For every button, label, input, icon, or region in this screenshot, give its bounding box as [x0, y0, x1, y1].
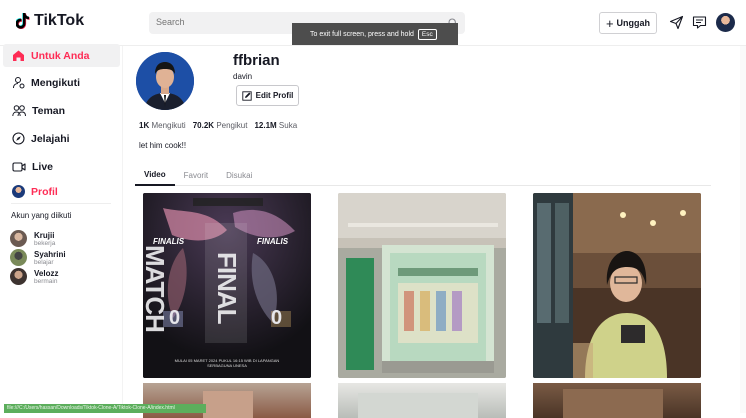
profile-avatar-image — [136, 52, 194, 110]
profile-avatar-icon — [12, 185, 25, 198]
friends-icon — [12, 105, 26, 117]
score-right: 0 — [271, 307, 283, 329]
account-subtitle: bekerja — [34, 239, 56, 247]
profile-stats: 1K Mengikuti 70.2K Pengikut 12.1M Suka — [139, 121, 297, 130]
sidebar-item-profile[interactable]: Profil — [3, 180, 120, 203]
sidebar-item-following[interactable]: Mengikuti — [3, 71, 120, 94]
messages-button[interactable] — [667, 13, 685, 31]
tab-video[interactable]: Video — [135, 164, 175, 186]
sidebar-item-explore[interactable]: Jelajahi — [3, 127, 120, 150]
likes-count: 12.1M — [254, 121, 277, 130]
sidebar-item-label: Live — [32, 160, 54, 173]
upload-label: Unggah — [616, 18, 651, 28]
tab-favorit[interactable]: Favorit — [175, 164, 217, 186]
profile-username: ffbrian — [233, 52, 280, 69]
edit-icon — [241, 90, 252, 101]
score-left: 0 — [169, 307, 181, 329]
live-icon — [12, 161, 26, 172]
profile-avatar — [136, 52, 194, 110]
user-avatar[interactable] — [716, 13, 735, 32]
sidebar-item-label: Untuk Anda — [31, 49, 90, 62]
following-account[interactable]: Velozz bermain — [10, 268, 58, 285]
avatar — [10, 230, 27, 247]
following-label: Mengikuti — [151, 121, 186, 130]
sidebar-item-friends[interactable]: Teman — [3, 99, 120, 122]
inbox-button[interactable] — [690, 13, 708, 31]
avatar — [10, 268, 27, 285]
thumbnail-shape — [203, 391, 253, 418]
account-subtitle: bermain — [34, 277, 58, 285]
avatar — [10, 249, 27, 266]
sidebar-divider — [11, 203, 111, 204]
tiktok-logo[interactable]: TikTok — [16, 12, 84, 30]
scrollbar[interactable] — [740, 46, 746, 413]
logo-text: TikTok — [34, 12, 85, 29]
sidebar-item-label: Teman — [32, 104, 66, 117]
account-subtitle: belajar — [34, 258, 54, 266]
video-thumbnail[interactable] — [338, 193, 506, 378]
likes-label: Suka — [278, 121, 298, 130]
profile-main: ffbrian davin Edit Profil 1K Mengikuti 7… — [123, 46, 746, 418]
inbox-icon — [692, 15, 706, 29]
upload-button[interactable]: + Unggah — [599, 12, 657, 34]
profile-bio: let him cook!! — [139, 141, 187, 150]
send-icon — [669, 15, 683, 29]
thumbnail-shape — [358, 393, 478, 418]
fullscreen-toast: To exit full screen, press and hold Esc — [292, 23, 458, 45]
followers-label: Pengikut — [216, 121, 248, 130]
home-icon — [13, 50, 24, 61]
profile-nickname: davin — [233, 72, 253, 81]
account-name: Krujii — [34, 230, 55, 240]
account-name: Syahrini — [34, 249, 66, 259]
compass-icon — [12, 132, 25, 145]
following-count: 1K — [139, 121, 150, 130]
sidebar-item-live[interactable]: Live — [3, 155, 120, 178]
sidebar-item-for-you[interactable]: Untuk Anda — [3, 44, 120, 67]
following-accounts-title: Akun yang diikuti — [11, 211, 72, 220]
sidebar: Untuk Anda Mengikuti Teman Jelajahi Live… — [0, 44, 122, 413]
tiktok-logo-icon — [16, 13, 30, 29]
edit-profile-label: Edit Profil — [255, 91, 294, 100]
esc-key-badge: Esc — [417, 28, 437, 40]
followers-count: 70.2K — [192, 121, 215, 130]
video-thumbnail-image — [338, 193, 506, 378]
following-icon — [13, 77, 25, 89]
sidebar-item-label: Jelajahi — [31, 132, 70, 145]
event-details: MULAI 05 MARET 2024 PUKUL 16:15 WIB DI L… — [174, 358, 280, 368]
edit-profile-button[interactable]: Edit Profil — [236, 85, 299, 106]
sidebar-item-label: Mengikuti — [31, 76, 80, 89]
video-thumbnail[interactable]: FINALIS FINALIS FINAL MATCH 0 0 MULAI 05… — [143, 193, 311, 378]
following-account[interactable]: Krujii bekerja — [10, 230, 55, 247]
profile-tabs: Video Favorit Disukai — [135, 164, 711, 186]
thumbnail-shape — [563, 389, 663, 418]
video-thumbnail-image — [533, 193, 701, 378]
browser-status-bar: file:///C:/Users/hassan/Downloads/Tiktok… — [4, 404, 206, 413]
toast-text: To exit full screen, press and hold — [310, 30, 414, 38]
tab-disukai[interactable]: Disukai — [217, 164, 261, 186]
sidebar-item-label: Profil — [31, 185, 58, 198]
account-name: Velozz — [34, 268, 59, 278]
following-account[interactable]: Syahrini belajar — [10, 249, 66, 266]
plus-icon: + — [605, 15, 614, 31]
video-thumbnail[interactable] — [533, 193, 701, 378]
final-match-title: FINAL MATCH — [143, 244, 242, 332]
